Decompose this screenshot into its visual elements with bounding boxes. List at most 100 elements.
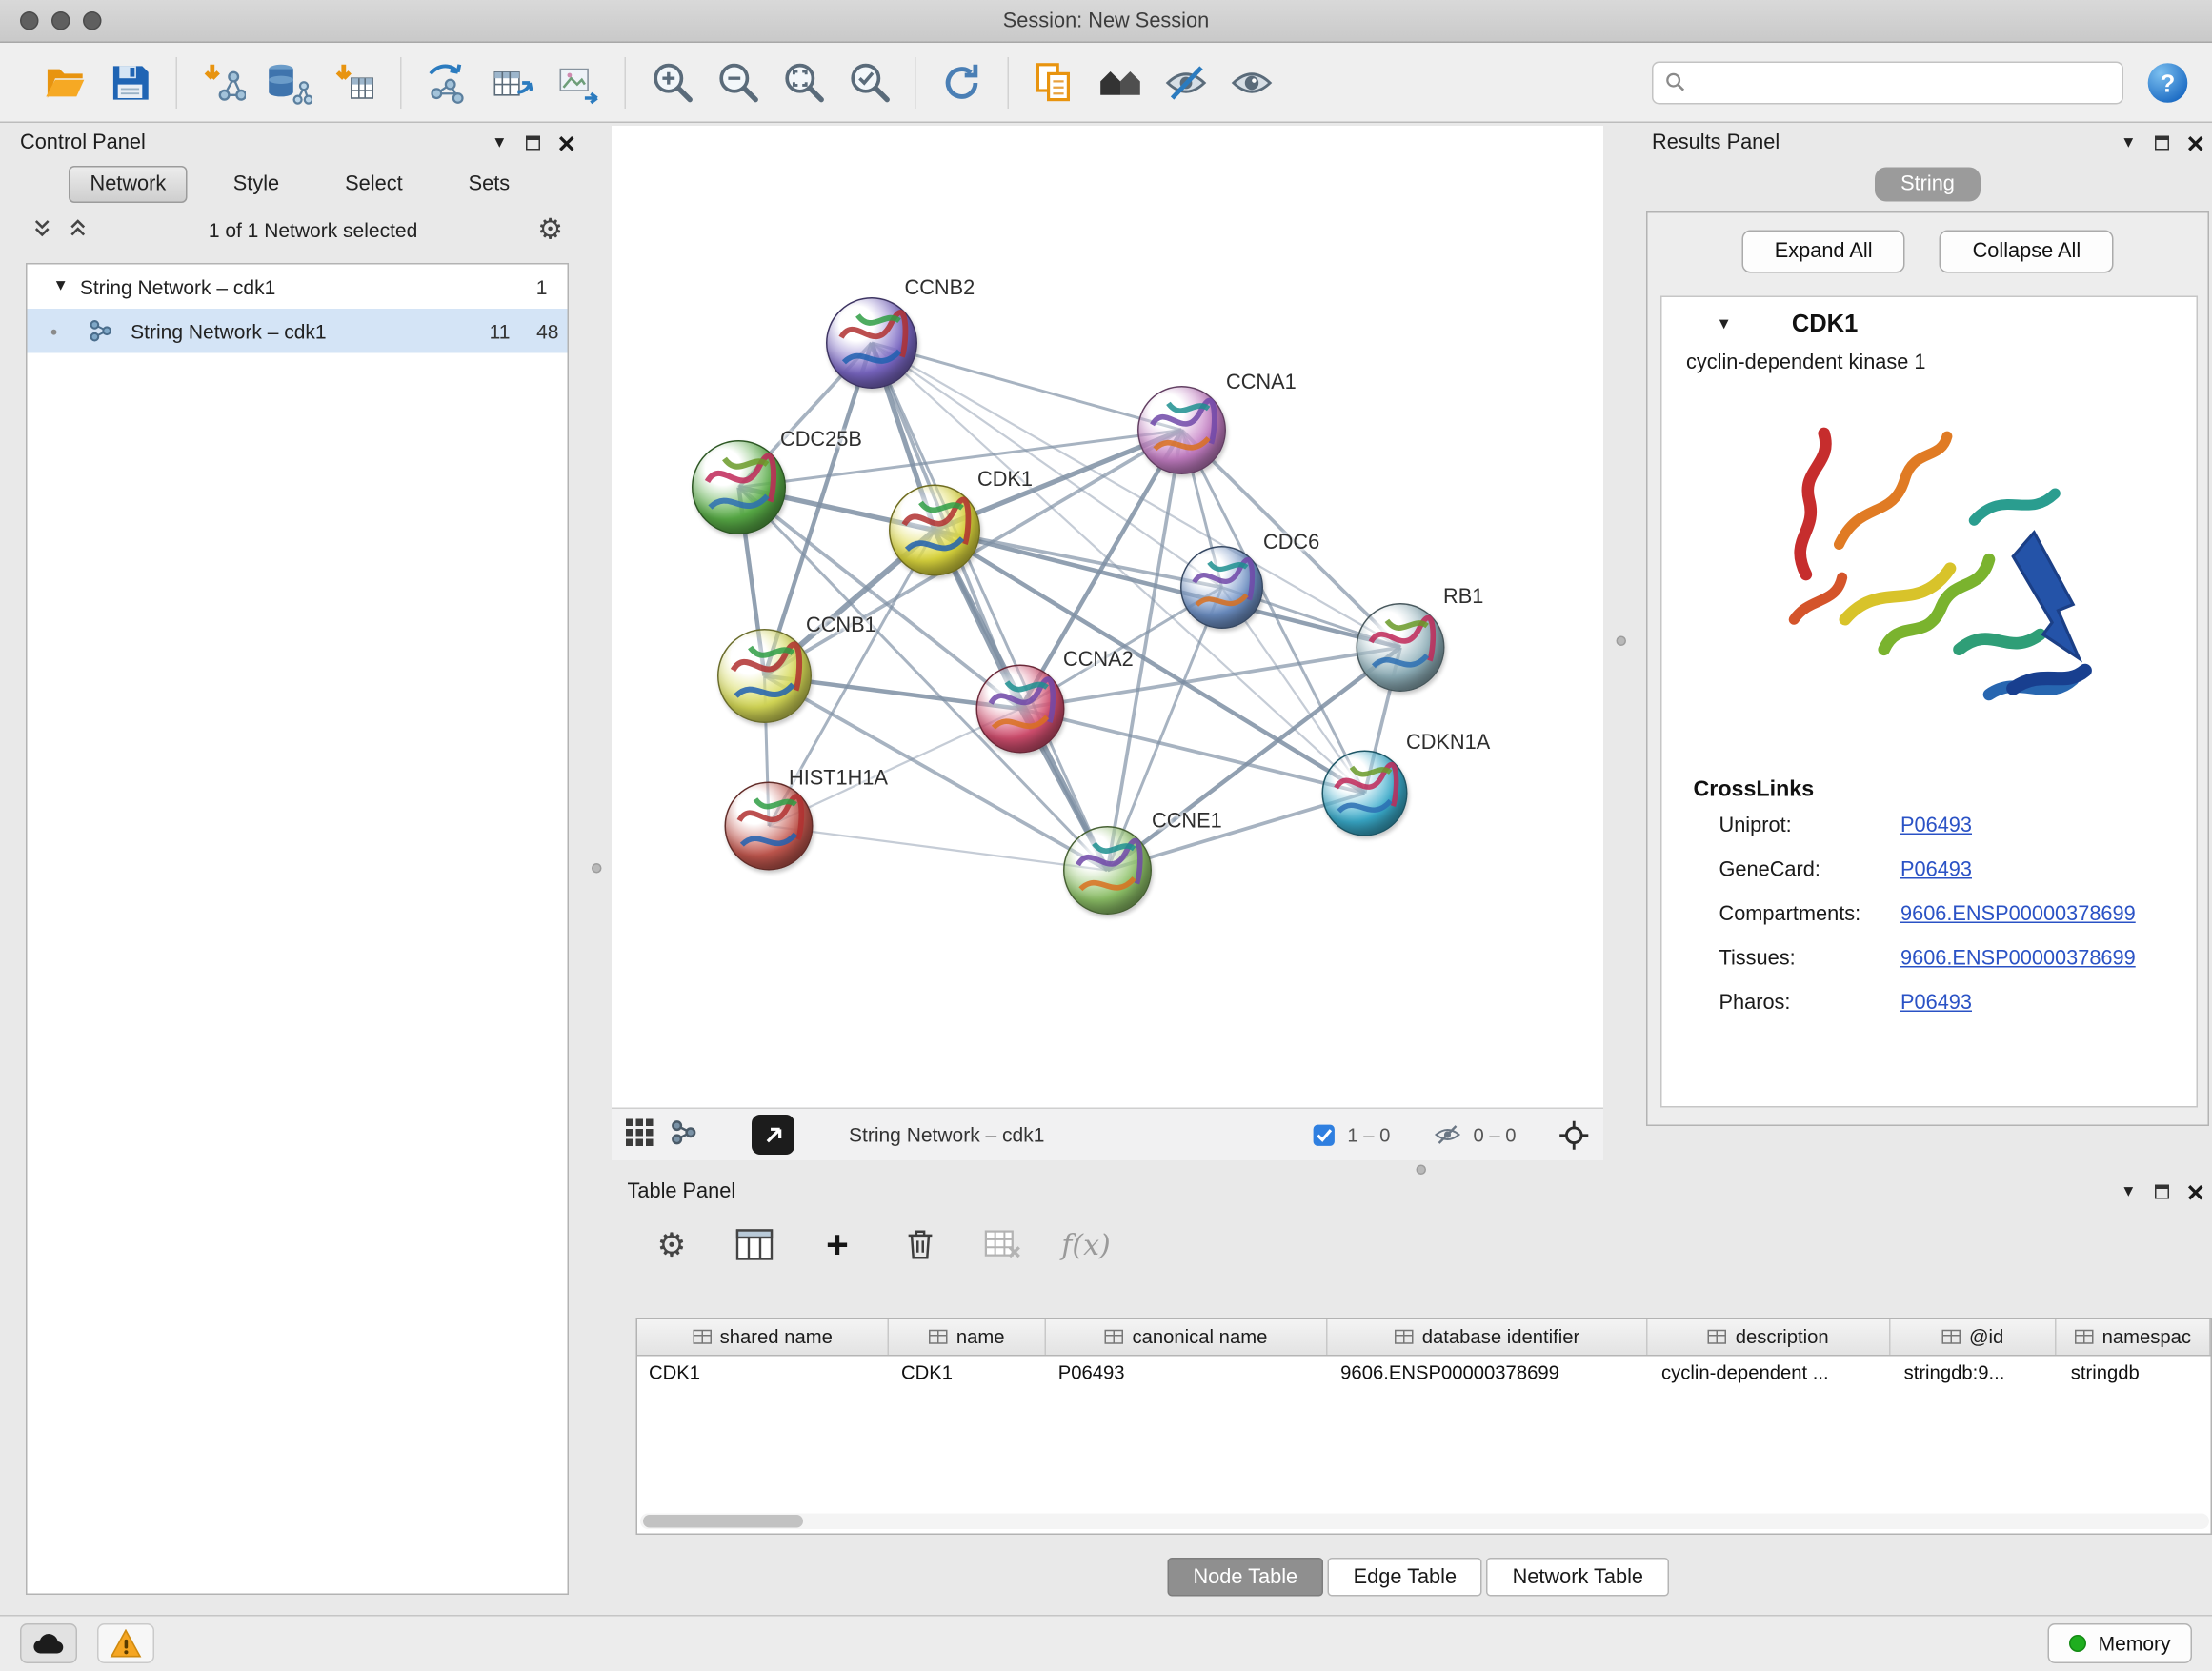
import-table-file-button[interactable] (322, 50, 388, 113)
crosslink-link[interactable]: P06493 (1900, 991, 1972, 1014)
expand-all-button[interactable]: Expand All (1741, 231, 1905, 273)
birds-eye-view-button[interactable] (1088, 50, 1154, 113)
network-edge[interactable] (872, 343, 1108, 871)
export-table-button[interactable] (480, 50, 546, 113)
memory-button[interactable]: Memory (2048, 1623, 2192, 1663)
network-node-cdk1[interactable] (889, 485, 980, 576)
network-edge[interactable] (1020, 709, 1365, 794)
tab-network[interactable]: Network (69, 166, 188, 203)
vertical-splitter-handle[interactable] (592, 863, 602, 874)
export-image-button[interactable] (546, 50, 612, 113)
float-panel-icon[interactable] (2155, 136, 2169, 151)
network-share-icon[interactable] (671, 1119, 698, 1151)
crosslink-link[interactable]: 9606.ENSP00000378699 (1900, 947, 2136, 970)
table-cell[interactable]: stringdb:9... (1893, 1357, 2060, 1394)
tab-select[interactable]: Select (325, 168, 422, 202)
show-graphics-details-button[interactable] (1219, 50, 1285, 113)
network-node-ccna2[interactable] (976, 665, 1065, 754)
table-cell[interactable]: CDK1 (637, 1357, 890, 1394)
network-node-rb1[interactable] (1357, 603, 1445, 692)
crosslink-link[interactable]: P06493 (1900, 814, 1972, 836)
network-row[interactable]: ● String Network – cdk1 11 48 (28, 309, 568, 353)
minimize-window-button[interactable] (51, 11, 70, 30)
close-window-button[interactable] (20, 11, 39, 30)
import-network-file-button[interactable] (191, 50, 256, 113)
zoom-in-button[interactable] (639, 50, 705, 113)
network-options-gear-icon[interactable]: ⚙ (537, 216, 563, 245)
network-node-ccne1[interactable] (1063, 826, 1152, 915)
network-node-cdc6[interactable] (1180, 546, 1263, 629)
close-panel-icon[interactable] (2188, 135, 2204, 151)
tab-style[interactable]: Style (213, 168, 299, 202)
column-header[interactable]: namespac (2057, 1319, 2210, 1356)
panel-menu-icon[interactable]: ▼ (492, 135, 507, 151)
zoom-fit-button[interactable] (771, 50, 836, 113)
column-header[interactable]: description (1648, 1319, 1890, 1356)
network-view-canvas[interactable]: CCNB2CCNA1CDC25BCDK1CDC6RB1CCNB1CCNA2CDK… (612, 126, 1603, 1108)
warnings-button[interactable] (97, 1623, 154, 1663)
crosslink-link[interactable]: P06493 (1900, 858, 1972, 881)
grid-view-icon[interactable] (626, 1119, 654, 1151)
network-edge[interactable] (935, 531, 1400, 648)
float-panel-icon[interactable] (2155, 1185, 2169, 1199)
open-session-button[interactable] (31, 50, 97, 113)
network-node-cdc25b[interactable] (692, 440, 786, 534)
delete-column-button[interactable] (896, 1228, 945, 1262)
table-row[interactable]: CDK1CDK1P064939606.ENSP00000378699cyclin… (637, 1357, 2211, 1394)
hide-annotations-button[interactable] (1154, 50, 1219, 113)
tab-edge-table[interactable]: Edge Table (1328, 1558, 1482, 1597)
table-cell[interactable]: CDK1 (890, 1357, 1047, 1394)
vertical-splitter-handle[interactable] (1617, 636, 1627, 647)
table-horizontal-scrollbar[interactable] (640, 1514, 2209, 1530)
panel-menu-icon[interactable]: ▼ (2121, 1184, 2136, 1200)
table-cell[interactable]: cyclin-dependent ... (1650, 1357, 1893, 1394)
search-input[interactable] (1695, 71, 2111, 93)
table-cell[interactable]: P06493 (1047, 1357, 1329, 1394)
table-cell[interactable]: stringdb (2060, 1357, 2211, 1394)
tab-node-table[interactable]: Node Table (1167, 1558, 1323, 1597)
table-options-gear-icon[interactable]: ⚙ (648, 1228, 696, 1261)
tab-string[interactable]: String (1875, 168, 1981, 202)
network-collection-row[interactable]: ▼ String Network – cdk1 1 (28, 265, 568, 310)
clone-network-button[interactable] (414, 50, 480, 113)
show-columns-button[interactable] (731, 1228, 779, 1262)
close-panel-icon[interactable] (559, 135, 575, 151)
zoom-out-button[interactable] (705, 50, 771, 113)
crosslink-link[interactable]: 9606.ENSP00000378699 (1900, 902, 2136, 925)
float-panel-icon[interactable] (526, 136, 540, 151)
help-button[interactable]: ? (2143, 58, 2192, 107)
network-node-ccnb1[interactable] (717, 629, 812, 723)
collapse-all-button[interactable]: Collapse All (1940, 231, 2114, 273)
delete-table-button[interactable] (979, 1229, 1028, 1260)
column-header[interactable]: canonical name (1046, 1319, 1328, 1356)
network-node-ccnb2[interactable] (826, 297, 917, 389)
close-panel-icon[interactable] (2188, 1184, 2204, 1200)
save-session-button[interactable] (97, 50, 163, 113)
table-cell[interactable]: 9606.ENSP00000378699 (1329, 1357, 1650, 1394)
tab-sets[interactable]: Sets (449, 168, 531, 202)
column-header[interactable]: name (890, 1319, 1046, 1356)
horizontal-splitter-handle[interactable] (1417, 1165, 1427, 1176)
gene-collapse-caret-icon[interactable]: ▼ (1717, 316, 1732, 332)
network-node-cdkn1a[interactable] (1322, 751, 1408, 836)
center-view-icon[interactable] (1559, 1119, 1590, 1150)
scrollbar-thumb[interactable] (643, 1515, 803, 1528)
column-header[interactable]: database identifier (1328, 1319, 1648, 1356)
function-builder-button[interactable]: f(x) (1062, 1228, 1111, 1262)
collection-caret-icon[interactable]: ▼ (53, 279, 69, 295)
tab-network-table[interactable]: Network Table (1487, 1558, 1669, 1597)
column-header[interactable]: @id (1890, 1319, 2057, 1356)
import-network-database-button[interactable] (256, 50, 322, 113)
expand-all-networks-icon[interactable] (68, 217, 90, 243)
column-header[interactable]: shared name (637, 1319, 890, 1356)
hidden-eye-slash-icon[interactable] (1433, 1123, 1461, 1146)
network-node-hist1h1a[interactable] (725, 782, 814, 871)
cloud-status-button[interactable] (20, 1623, 77, 1663)
refresh-view-button[interactable] (929, 50, 995, 113)
selected-checkbox-icon[interactable] (1312, 1122, 1337, 1147)
collapse-all-networks-icon[interactable] (31, 217, 53, 243)
create-column-button[interactable]: + (814, 1225, 862, 1264)
search-box[interactable] (1652, 61, 2123, 104)
open-in-new-window-button[interactable] (752, 1115, 794, 1155)
network-node-ccna1[interactable] (1137, 386, 1226, 474)
